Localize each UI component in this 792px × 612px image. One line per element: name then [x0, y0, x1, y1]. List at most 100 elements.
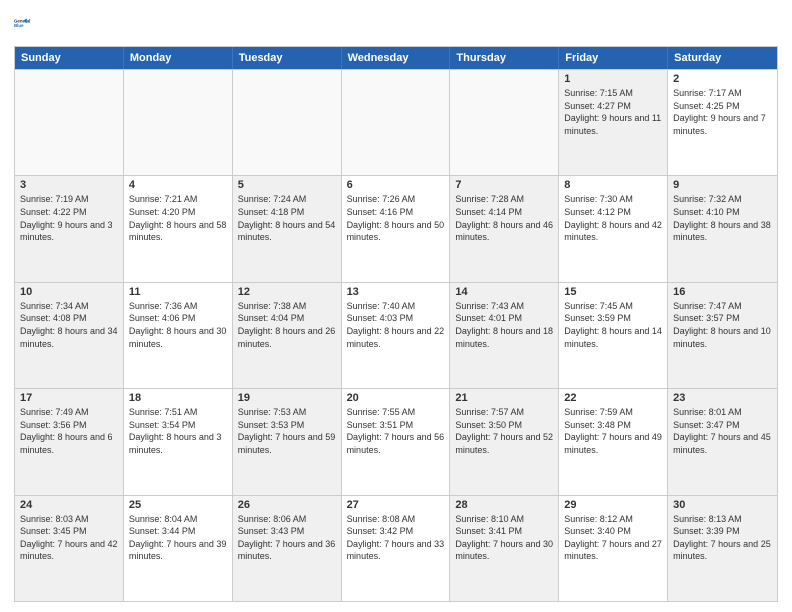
- day-info: Sunrise: 7:24 AM Sunset: 4:18 PM Dayligh…: [238, 193, 336, 243]
- cal-cell-24: 24 Sunrise: 8:03 AM Sunset: 3:45 PM Dayli…: [15, 496, 124, 601]
- cal-cell-12: 12 Sunrise: 7:38 AM Sunset: 4:04 PM Dayli…: [233, 283, 342, 388]
- day-info: Sunrise: 8:10 AM Sunset: 3:41 PM Dayligh…: [455, 513, 553, 563]
- logo: General Blue: [14, 10, 42, 38]
- calendar-body: 1 Sunrise: 7:15 AM Sunset: 4:27 PM Daylig…: [15, 69, 777, 601]
- cal-cell-empty-0-4: [450, 70, 559, 175]
- week-row-2: 3 Sunrise: 7:19 AM Sunset: 4:22 PM Daylig…: [15, 175, 777, 281]
- cal-cell-empty-0-3: [342, 70, 451, 175]
- day-header-monday: Monday: [124, 47, 233, 69]
- day-header-thursday: Thursday: [450, 47, 559, 69]
- cal-cell-empty-0-1: [124, 70, 233, 175]
- day-info: Sunrise: 8:13 AM Sunset: 3:39 PM Dayligh…: [673, 513, 772, 563]
- day-info: Sunrise: 7:38 AM Sunset: 4:04 PM Dayligh…: [238, 300, 336, 350]
- day-header-friday: Friday: [559, 47, 668, 69]
- cal-cell-18: 18 Sunrise: 7:51 AM Sunset: 3:54 PM Dayli…: [124, 389, 233, 494]
- day-number: 4: [129, 179, 227, 191]
- day-number: 17: [20, 392, 118, 404]
- day-info: Sunrise: 8:03 AM Sunset: 3:45 PM Dayligh…: [20, 513, 118, 563]
- day-number: 3: [20, 179, 118, 191]
- cal-cell-20: 20 Sunrise: 7:55 AM Sunset: 3:51 PM Dayli…: [342, 389, 451, 494]
- day-number: 2: [673, 73, 772, 85]
- day-number: 12: [238, 286, 336, 298]
- cal-cell-13: 13Sunrise: 7:40 AM Sunset: 4:03 PM Dayli…: [342, 283, 451, 388]
- day-number: 16: [673, 286, 772, 298]
- cal-cell-27: 27 Sunrise: 8:08 AM Sunset: 3:42 PM Dayli…: [342, 496, 451, 601]
- day-info: Sunrise: 7:51 AM Sunset: 3:54 PM Dayligh…: [129, 406, 227, 456]
- cal-cell-19: 19 Sunrise: 7:53 AM Sunset: 3:53 PM Dayli…: [233, 389, 342, 494]
- cal-cell-22: 22 Sunrise: 7:59 AM Sunset: 3:48 PM Dayli…: [559, 389, 668, 494]
- cal-cell-23: 23 Sunrise: 8:01 AM Sunset: 3:47 PM Dayli…: [668, 389, 777, 494]
- cal-cell-empty-0-0: [15, 70, 124, 175]
- logo-icon: General Blue: [14, 10, 42, 38]
- day-number: 22: [564, 392, 662, 404]
- day-number: 26: [238, 499, 336, 511]
- day-number: 27: [347, 499, 445, 511]
- day-info: Sunrise: 7:49 AM Sunset: 3:56 PM Dayligh…: [20, 406, 118, 456]
- day-info: Sunrise: 7:21 AM Sunset: 4:20 PM Dayligh…: [129, 193, 227, 243]
- day-info: Sunrise: 7:59 AM Sunset: 3:48 PM Dayligh…: [564, 406, 662, 456]
- day-number: 25: [129, 499, 227, 511]
- week-row-3: 10 Sunrise: 7:34 AM Sunset: 4:08 PM Dayli…: [15, 282, 777, 388]
- day-info: Sunrise: 7:15 AM Sunset: 4:27 PM Dayligh…: [564, 87, 662, 137]
- day-info: Sunrise: 8:04 AM Sunset: 3:44 PM Dayligh…: [129, 513, 227, 563]
- cal-cell-10: 10 Sunrise: 7:34 AM Sunset: 4:08 PM Dayli…: [15, 283, 124, 388]
- day-number: 8: [564, 179, 662, 191]
- day-number: 14: [455, 286, 553, 298]
- day-info: Sunrise: 8:08 AM Sunset: 3:42 PM Dayligh…: [347, 513, 445, 563]
- day-number: 10: [20, 286, 118, 298]
- cal-cell-1: 1 Sunrise: 7:15 AM Sunset: 4:27 PM Daylig…: [559, 70, 668, 175]
- day-header-saturday: Saturday: [668, 47, 777, 69]
- day-info: Sunrise: 7:53 AM Sunset: 3:53 PM Dayligh…: [238, 406, 336, 456]
- day-info: Sunrise: 7:17 AM Sunset: 4:25 PM Dayligh…: [673, 87, 772, 137]
- cal-cell-3: 3 Sunrise: 7:19 AM Sunset: 4:22 PM Daylig…: [15, 176, 124, 281]
- day-number: 29: [564, 499, 662, 511]
- day-info: Sunrise: 7:47 AM Sunset: 3:57 PM Dayligh…: [673, 300, 772, 350]
- day-number: 7: [455, 179, 553, 191]
- cal-cell-5: 5 Sunrise: 7:24 AM Sunset: 4:18 PM Daylig…: [233, 176, 342, 281]
- day-header-tuesday: Tuesday: [233, 47, 342, 69]
- calendar-header: SundayMondayTuesdayWednesdayThursdayFrid…: [15, 47, 777, 69]
- cal-cell-11: 11Sunrise: 7:36 AM Sunset: 4:06 PM Dayli…: [124, 283, 233, 388]
- day-number: 20: [347, 392, 445, 404]
- day-info: Sunrise: 7:55 AM Sunset: 3:51 PM Dayligh…: [347, 406, 445, 456]
- day-number: 15: [564, 286, 662, 298]
- day-number: 5: [238, 179, 336, 191]
- cal-cell-8: 8 Sunrise: 7:30 AM Sunset: 4:12 PM Daylig…: [559, 176, 668, 281]
- cal-cell-21: 21 Sunrise: 7:57 AM Sunset: 3:50 PM Dayli…: [450, 389, 559, 494]
- day-number: 23: [673, 392, 772, 404]
- cal-cell-25: 25 Sunrise: 8:04 AM Sunset: 3:44 PM Dayli…: [124, 496, 233, 601]
- cal-cell-7: 7 Sunrise: 7:28 AM Sunset: 4:14 PM Daylig…: [450, 176, 559, 281]
- day-number: 1: [564, 73, 662, 85]
- day-info: Sunrise: 7:40 AM Sunset: 4:03 PM Dayligh…: [347, 300, 445, 350]
- day-number: 24: [20, 499, 118, 511]
- cal-cell-6: 6Sunrise: 7:26 AM Sunset: 4:16 PM Daylig…: [342, 176, 451, 281]
- svg-text:General: General: [14, 18, 30, 23]
- day-info: Sunrise: 7:45 AM Sunset: 3:59 PM Dayligh…: [564, 300, 662, 350]
- cal-cell-9: 9Sunrise: 7:32 AM Sunset: 4:10 PM Daylig…: [668, 176, 777, 281]
- week-row-5: 24 Sunrise: 8:03 AM Sunset: 3:45 PM Dayli…: [15, 495, 777, 601]
- cal-cell-empty-0-2: [233, 70, 342, 175]
- cal-cell-26: 26Sunrise: 8:06 AM Sunset: 3:43 PM Dayli…: [233, 496, 342, 601]
- cal-cell-14: 14Sunrise: 7:43 AM Sunset: 4:01 PM Dayli…: [450, 283, 559, 388]
- day-info: Sunrise: 7:19 AM Sunset: 4:22 PM Dayligh…: [20, 193, 118, 243]
- day-info: Sunrise: 8:01 AM Sunset: 3:47 PM Dayligh…: [673, 406, 772, 456]
- day-header-sunday: Sunday: [15, 47, 124, 69]
- day-number: 9: [673, 179, 772, 191]
- cal-cell-15: 15 Sunrise: 7:45 AM Sunset: 3:59 PM Dayli…: [559, 283, 668, 388]
- cal-cell-29: 29Sunrise: 8:12 AM Sunset: 3:40 PM Dayli…: [559, 496, 668, 601]
- week-row-4: 17 Sunrise: 7:49 AM Sunset: 3:56 PM Dayli…: [15, 388, 777, 494]
- day-number: 21: [455, 392, 553, 404]
- day-number: 30: [673, 499, 772, 511]
- cal-cell-2: 2 Sunrise: 7:17 AM Sunset: 4:25 PM Daylig…: [668, 70, 777, 175]
- svg-text:Blue: Blue: [14, 23, 24, 28]
- day-number: 28: [455, 499, 553, 511]
- day-number: 18: [129, 392, 227, 404]
- day-info: Sunrise: 7:36 AM Sunset: 4:06 PM Dayligh…: [129, 300, 227, 350]
- day-info: Sunrise: 7:28 AM Sunset: 4:14 PM Dayligh…: [455, 193, 553, 243]
- day-info: Sunrise: 7:30 AM Sunset: 4:12 PM Dayligh…: [564, 193, 662, 243]
- cal-cell-28: 28 Sunrise: 8:10 AM Sunset: 3:41 PM Dayli…: [450, 496, 559, 601]
- day-info: Sunrise: 7:34 AM Sunset: 4:08 PM Dayligh…: [20, 300, 118, 350]
- day-number: 19: [238, 392, 336, 404]
- day-info: Sunrise: 7:57 AM Sunset: 3:50 PM Dayligh…: [455, 406, 553, 456]
- day-info: Sunrise: 7:26 AM Sunset: 4:16 PM Dayligh…: [347, 193, 445, 243]
